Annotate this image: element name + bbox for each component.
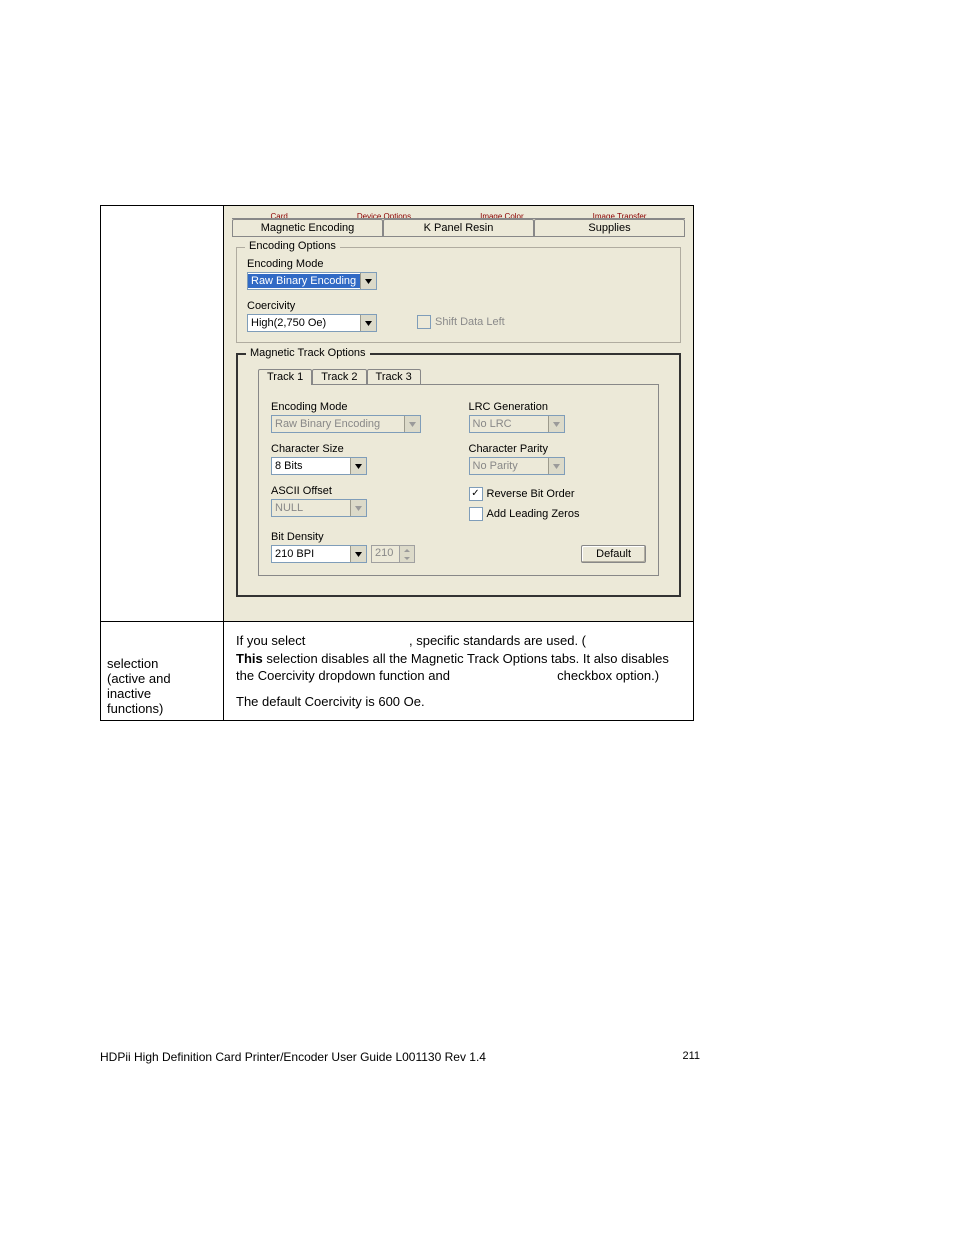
track-tabs: Track 1 Track 2 Track 3 (258, 369, 669, 385)
bit-density-spinner: 210 (371, 545, 415, 563)
bit-density-value: 210 BPI (272, 547, 350, 561)
chevron-down-icon (350, 500, 366, 516)
chevron-down-icon[interactable] (350, 458, 366, 474)
outer-table: Card Device Options Image Color Image Tr… (100, 205, 694, 721)
encoding-mode-label: Encoding Mode (247, 258, 670, 270)
ascii-offset-combo: NULL (271, 499, 367, 517)
magnetic-track-options-title: Magnetic Track Options (246, 347, 370, 359)
spin-down-icon (400, 554, 414, 562)
encoding-mode-combo[interactable]: Raw Binary Encoding (247, 272, 377, 290)
page-footer: HDPii High Definition Card Printer/Encod… (100, 1050, 700, 1064)
character-size-value: 8 Bits (272, 459, 350, 473)
page-content: Card Device Options Image Color Image Tr… (100, 205, 700, 721)
chevron-down-icon (548, 416, 564, 432)
tab-track-2[interactable]: Track 2 (312, 369, 366, 385)
explain-fragment: checkbox option.) (554, 668, 660, 683)
shift-data-left-checkbox: Shift Data Left (417, 315, 505, 329)
reverse-bit-order-label: Reverse Bit Order (487, 488, 575, 500)
chevron-down-icon[interactable] (350, 546, 366, 562)
coercivity-value: High(2,750 Oe) (248, 316, 360, 330)
encoding-options-title: Encoding Options (245, 240, 340, 252)
tab-track-3[interactable]: Track 3 (367, 369, 421, 385)
cut-tab: Device Options (357, 212, 411, 218)
lrc-generation-value: No LRC (470, 417, 548, 431)
ascii-offset-value: NULL (272, 501, 350, 515)
character-parity-value: No Parity (470, 459, 548, 473)
coercivity-label: Coercivity (247, 300, 377, 312)
cut-tab: Image Transfer (593, 212, 647, 218)
leftcell-line: selection (107, 656, 158, 671)
footer-left: HDPii High Definition Card Printer/Encod… (100, 1050, 486, 1064)
track-encoding-mode-label: Encoding Mode (271, 401, 449, 413)
track-panel: Encoding Mode Raw Binary Encoding LRC Ge… (258, 384, 659, 576)
spin-up-icon (400, 546, 414, 554)
checkbox-icon: ✓ (469, 487, 483, 501)
add-leading-zeros-checkbox[interactable]: Add Leading Zeros (469, 507, 647, 521)
default-button[interactable]: Default (581, 545, 646, 563)
tab-track-1[interactable]: Track 1 (258, 369, 312, 385)
explain-fragment: The default Coercivity is 600 Oe. (236, 694, 425, 709)
character-size-combo[interactable]: 8 Bits (271, 457, 367, 475)
character-parity-label: Character Parity (469, 443, 647, 455)
tab-magnetic-encoding[interactable]: Magnetic Encoding (232, 219, 383, 236)
page-number: 211 (682, 1050, 700, 1064)
explain-note: This (236, 651, 263, 666)
leftcell-line: functions) (107, 701, 163, 716)
bit-density-spin-value: 210 (372, 546, 399, 562)
cut-tab: Image Color (480, 212, 524, 218)
cut-tab-row: Card Device Options Image Color Image Tr… (232, 212, 685, 219)
chevron-down-icon (548, 458, 564, 474)
checkbox-icon (417, 315, 431, 329)
checkbox-icon (469, 507, 483, 521)
explain-fragment: , specific standards are used. ( (409, 633, 586, 648)
dialog-screenshot: Card Device Options Image Color Image Tr… (224, 206, 693, 621)
explain-fragment: Coercivity dropdown function and (258, 668, 454, 683)
explain-text: If you select , specific standards are u… (230, 626, 687, 716)
reverse-bit-order-checkbox[interactable]: ✓ Reverse Bit Order (469, 487, 647, 501)
row1-left-cell (101, 206, 224, 622)
lrc-generation-combo: No LRC (469, 415, 565, 433)
row2-right-cell: If you select , specific standards are u… (224, 622, 694, 721)
bit-density-label: Bit Density (271, 531, 449, 543)
chevron-down-icon (404, 416, 420, 432)
tab-row: Magnetic Encoding K Panel Resin Supplies (232, 219, 685, 237)
add-leading-zeros-label: Add Leading Zeros (487, 508, 580, 520)
magnetic-track-options-group: Magnetic Track Options Track 1 Track 2 T… (236, 353, 681, 597)
cut-tab: Card (271, 212, 288, 218)
ascii-offset-label: ASCII Offset (271, 485, 449, 497)
track-encoding-mode-combo: Raw Binary Encoding (271, 415, 421, 433)
leftcell-line: (active and (107, 671, 171, 686)
character-parity-combo: No Parity (469, 457, 565, 475)
leftcell-line: inactive (107, 686, 151, 701)
character-size-label: Character Size (271, 443, 449, 455)
row1-right-cell: Card Device Options Image Color Image Tr… (224, 206, 694, 622)
encoding-options-group: Encoding Options Encoding Mode Raw Binar… (236, 247, 681, 343)
tab-supplies[interactable]: Supplies (534, 219, 685, 236)
explain-fragment: If you select (236, 633, 309, 648)
chevron-down-icon[interactable] (360, 273, 376, 289)
shift-data-left-label: Shift Data Left (435, 316, 505, 328)
tab-k-panel-resin[interactable]: K Panel Resin (383, 219, 534, 236)
row2-left-cell: selection (active and inactive functions… (101, 622, 224, 721)
bit-density-combo[interactable]: 210 BPI (271, 545, 367, 563)
encoding-mode-value: Raw Binary Encoding (248, 274, 360, 288)
coercivity-combo[interactable]: High(2,750 Oe) (247, 314, 377, 332)
chevron-down-icon[interactable] (360, 315, 376, 331)
track-encoding-mode-value: Raw Binary Encoding (272, 417, 404, 431)
lrc-generation-label: LRC Generation (469, 401, 647, 413)
